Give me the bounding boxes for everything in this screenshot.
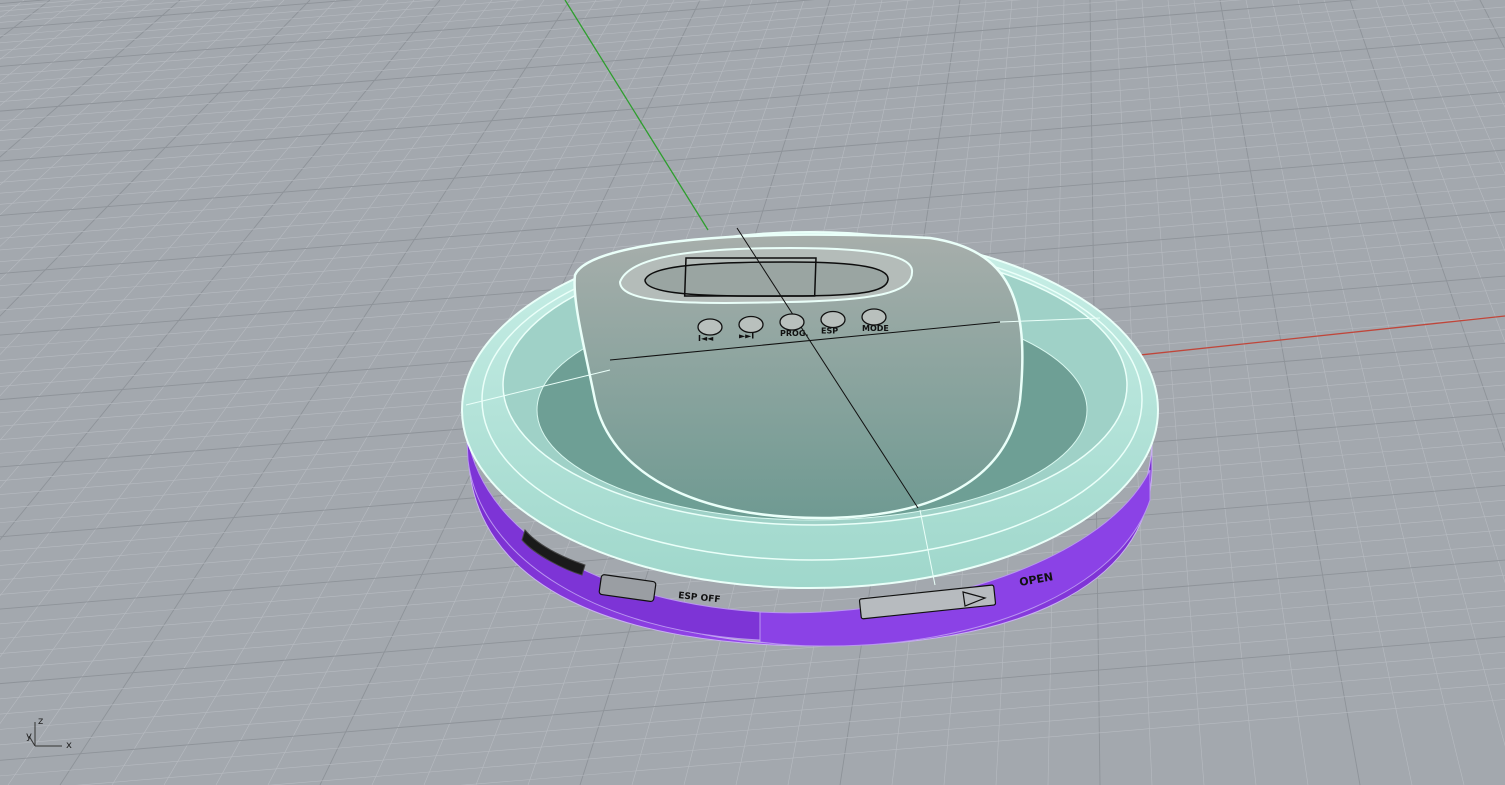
viewport-canvas[interactable]: I◄◄ ►►I PROG. ESP MODE ESP OFF OPEN z y x: [0, 0, 1505, 785]
grid-line: [0, 0, 916, 76]
panel-button-label: MODE: [862, 324, 889, 333]
grid-line: [0, 0, 25, 19]
grid-line: [0, 58, 1505, 183]
panel-button-cap[interactable]: [820, 310, 846, 329]
grid-line: [0, 0, 1359, 112]
grid-line: [1401, 0, 1505, 252]
grid-line: [0, 0, 519, 725]
panel-button-label: PROG.: [780, 329, 808, 338]
grid-line: [1271, 0, 1465, 785]
panel-button-cap[interactable]: [738, 315, 764, 334]
grid-line: [0, 69, 1505, 194]
panel-button-label: I◄◄: [698, 334, 714, 343]
panel-button-4[interactable]: MODE: [861, 308, 889, 333]
axis-z-label: z: [38, 716, 43, 727]
grid-line: [1453, 0, 1505, 108]
panel-button-cap[interactable]: [697, 318, 723, 336]
axis-y-label: y: [26, 731, 32, 742]
grid-line: [0, 0, 155, 131]
grid-line: [0, 6, 1505, 131]
panel-button-cap[interactable]: [779, 313, 805, 331]
grid-line: [1479, 0, 1505, 51]
axis-x-label: x: [66, 740, 72, 751]
panel-button-cap[interactable]: [861, 308, 887, 326]
grid-line: [0, 0, 205, 17]
rhino-perspective-viewport[interactable]: I◄◄ ►►I PROG. ESP MODE ESP OFF OPEN z y x: [0, 0, 1505, 785]
grid-line: [0, 0, 207, 186]
grid-line: [0, 0, 51, 39]
grid-line: [0, 0, 337, 355]
cd-player-model[interactable]: I◄◄ ►►I PROG. ESP MODE ESP OFF OPEN: [461, 227, 1159, 647]
grid-line: [1193, 0, 1309, 785]
grid-line: [0, 0, 277, 23]
grid-line: [0, 636, 1505, 761]
grid-line: [0, 114, 1505, 239]
grid-line: [0, 0, 50, 5]
axis-triad-widget: z y x: [26, 716, 72, 751]
grid-line: [1349, 0, 1505, 453]
grid-line: [0, 91, 1505, 216]
lcd-display: [644, 261, 889, 297]
grid-line: [0, 590, 1505, 715]
panel-button-label: ►►I: [739, 332, 754, 341]
grid-line: [0, 0, 415, 489]
grid-line: [0, 0, 1022, 84]
grid-line: [0, 0, 1474, 122]
world-x-axis: [1139, 315, 1505, 356]
grid-line: [0, 126, 1505, 251]
grid-line: [0, 0, 285, 281]
panel-button-label: ESP: [821, 327, 838, 336]
grid-line: [0, 26, 1505, 152]
grid-line: [0, 651, 1505, 777]
grid-line: [0, 0, 363, 397]
grid-line: [1375, 0, 1505, 343]
grid-line: [460, 699, 1505, 785]
